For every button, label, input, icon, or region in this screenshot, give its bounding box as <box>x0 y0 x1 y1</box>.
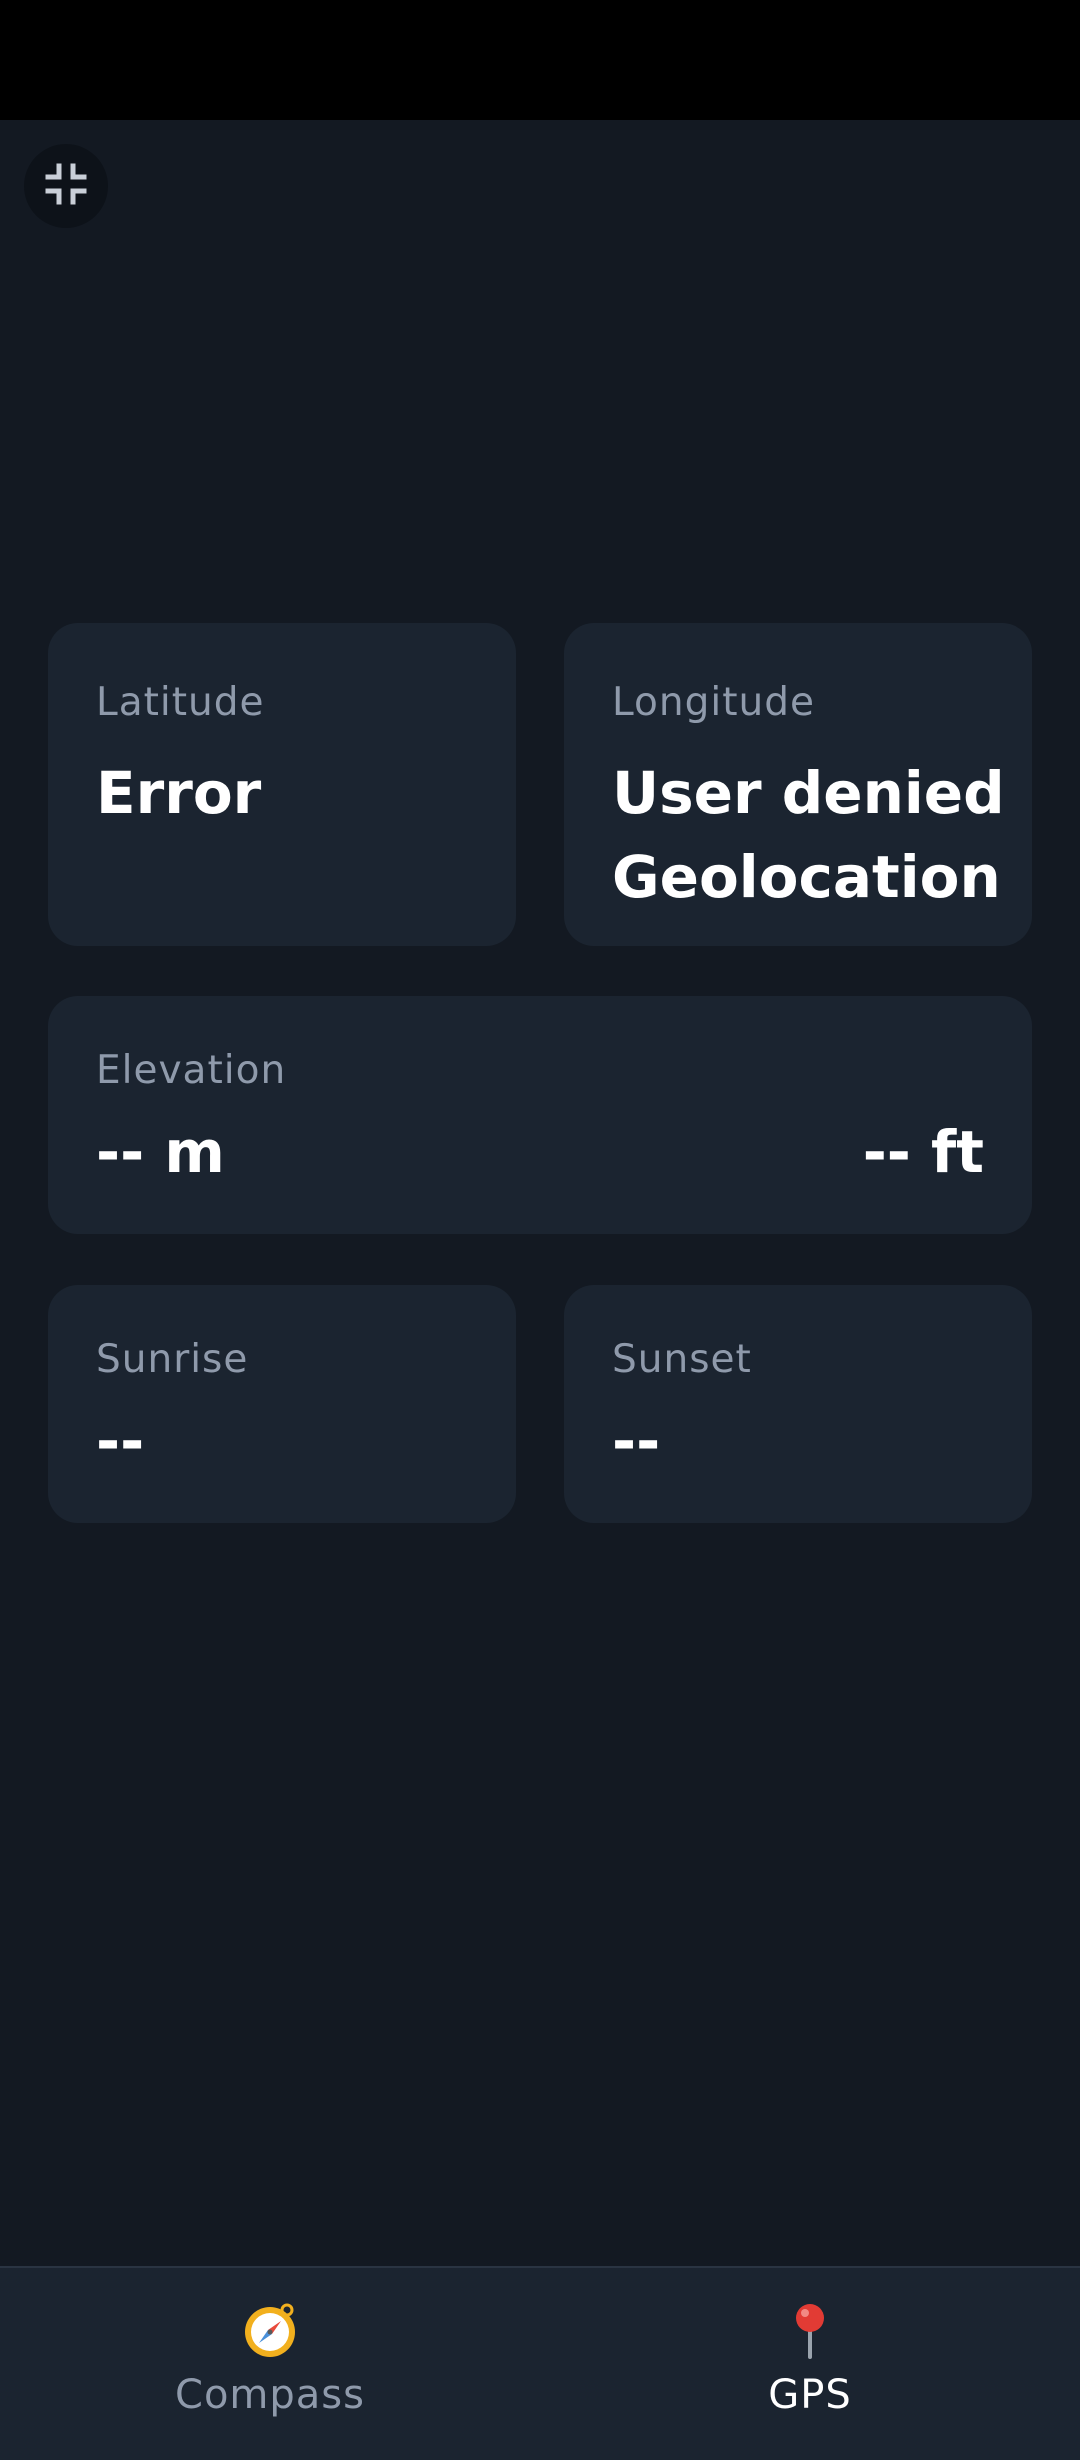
exit-fullscreen-icon <box>44 162 88 210</box>
nav-compass-label: Compass <box>175 2372 365 2418</box>
sunset-card: Sunset -- <box>564 1285 1032 1523</box>
compass-icon <box>240 2300 300 2360</box>
nav-tab-compass[interactable]: Compass <box>0 2268 540 2460</box>
exit-fullscreen-button[interactable] <box>24 144 108 228</box>
sunset-label: Sunset <box>612 1337 752 1382</box>
pin-icon <box>780 2300 840 2360</box>
latitude-card: Latitude Error <box>48 623 516 946</box>
longitude-card: Longitude User denied Geolocation <box>564 623 1032 946</box>
longitude-label: Longitude <box>612 680 815 725</box>
elevation-label: Elevation <box>96 1048 287 1093</box>
nav-gps-label: GPS <box>768 2372 852 2418</box>
longitude-value: User denied Geolocation <box>612 759 1005 911</box>
latitude-label: Latitude <box>96 680 265 725</box>
sunrise-label: Sunrise <box>96 1337 249 1382</box>
latitude-value: Error <box>96 759 262 827</box>
sunset-value: -- <box>612 1407 661 1475</box>
bottom-navigation: Compass GPS <box>0 2266 1080 2460</box>
nav-tab-gps[interactable]: GPS <box>540 2268 1080 2460</box>
elevation-feet-value: -- ft <box>862 1118 984 1186</box>
status-bar <box>0 0 1080 120</box>
elevation-card: Elevation -- m -- ft <box>48 996 1032 1234</box>
sunrise-value: -- <box>96 1407 145 1475</box>
sunrise-card: Sunrise -- <box>48 1285 516 1523</box>
elevation-meters-value: -- m <box>96 1118 225 1186</box>
